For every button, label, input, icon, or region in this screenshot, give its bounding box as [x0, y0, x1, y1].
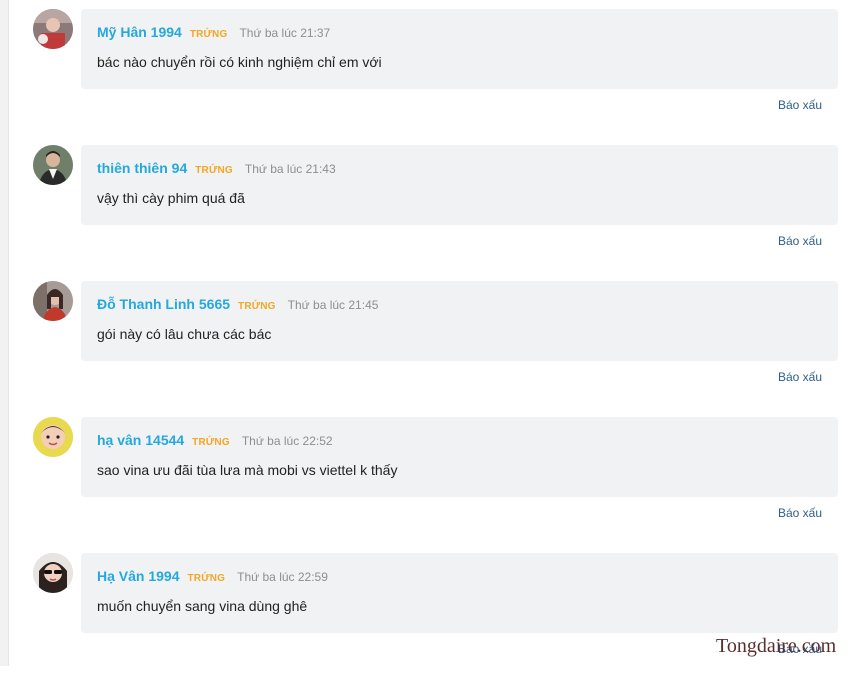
rank-badge: TRỨNG [195, 165, 233, 176]
avatar-photo-icon [33, 145, 73, 185]
comment-text: muốn chuyển sang vina dùng ghê [97, 598, 308, 614]
comment-text: vậy thì cày phim quá đã [97, 190, 245, 206]
avatar-photo-icon [33, 281, 73, 321]
user-avatar[interactable] [33, 417, 73, 457]
rank-badge: TRỨNG [189, 29, 228, 40]
username-link[interactable]: hạ vân 14544 [97, 432, 184, 448]
comment-text: gói này có lâu chưa các bác [97, 326, 272, 342]
comment-bubble: Đỗ Thanh Linh 5665 TRỨNG Thứ ba lúc 21:4… [81, 281, 838, 361]
comment-item: Hạ Vân 1994 TRỨNG Thứ ba lúc 22:59 muốn … [0, 553, 852, 689]
username-link[interactable]: Đỗ Thanh Linh 5665 [97, 296, 230, 312]
user-avatar[interactable] [33, 9, 73, 49]
avatar-photo-icon [33, 417, 73, 457]
comment-meta: hạ vân 14544 TRỨNG Thứ ba lúc 22:52 [97, 432, 333, 448]
user-avatar[interactable] [33, 553, 73, 593]
rank-badge: TRỨNG [238, 301, 276, 312]
comment-bubble: thiên thiên 94 TRỨNG Thứ ba lúc 21:43 vậ… [81, 145, 838, 225]
comment-time: Thứ ba lúc 22:52 [241, 434, 333, 448]
report-link[interactable]: Báo xấu [778, 98, 822, 112]
comment-bubble: Hạ Vân 1994 TRỨNG Thứ ba lúc 22:59 muốn … [81, 553, 838, 633]
comment-item: hạ vân 14544 TRỨNG Thứ ba lúc 22:52 sao … [0, 417, 852, 553]
comment-item: thiên thiên 94 TRỨNG Thứ ba lúc 21:43 vậ… [0, 145, 852, 281]
comment-meta: Hạ Vân 1994 TRỨNG Thứ ba lúc 22:59 [97, 568, 328, 584]
comment-time: Thứ ba lúc 22:59 [237, 570, 328, 584]
comment-time: Thứ ba lúc 21:45 [287, 298, 379, 312]
comment-meta: Đỗ Thanh Linh 5665 TRỨNG Thứ ba lúc 21:4… [97, 296, 378, 312]
user-avatar[interactable] [33, 281, 73, 321]
comment-time: Thứ ba lúc 21:37 [239, 26, 331, 40]
site-watermark: Tongdaire.com [716, 635, 837, 657]
report-link[interactable]: Báo xấu [778, 370, 822, 384]
username-link[interactable]: Mỹ Hân 1994 [97, 24, 182, 40]
report-link[interactable]: Báo xấu [778, 234, 822, 248]
avatar-photo-icon [33, 9, 73, 49]
comment-meta: Mỹ Hân 1994 TRỨNG Thứ ba lúc 21:37 [97, 24, 330, 40]
comment-item: Mỹ Hân 1994 TRỨNG Thứ ba lúc 21:37 bác n… [0, 9, 852, 145]
comment-text: sao vina ưu đãi tùa lưa mà mobi vs viett… [97, 462, 398, 478]
report-link[interactable]: Báo xấu [778, 506, 822, 520]
rank-badge: TRỨNG [192, 437, 230, 448]
comment-bubble: hạ vân 14544 TRỨNG Thứ ba lúc 22:52 sao … [81, 417, 838, 497]
comment-item: Đỗ Thanh Linh 5665 TRỨNG Thứ ba lúc 21:4… [0, 281, 852, 417]
user-avatar[interactable] [33, 145, 73, 185]
comment-bubble: Mỹ Hân 1994 TRỨNG Thứ ba lúc 21:37 bác n… [81, 9, 838, 89]
comment-time: Thứ ba lúc 21:43 [244, 162, 336, 176]
username-link[interactable]: thiên thiên 94 [97, 160, 187, 176]
comment-text: bác nào chuyển rồi có kinh nghiệm chỉ em… [97, 54, 382, 70]
username-link[interactable]: Hạ Vân 1994 [97, 568, 180, 584]
rank-badge: TRỨNG [187, 573, 226, 584]
comment-meta: thiên thiên 94 TRỨNG Thứ ba lúc 21:43 [97, 160, 336, 176]
avatar-photo-icon [33, 553, 73, 593]
